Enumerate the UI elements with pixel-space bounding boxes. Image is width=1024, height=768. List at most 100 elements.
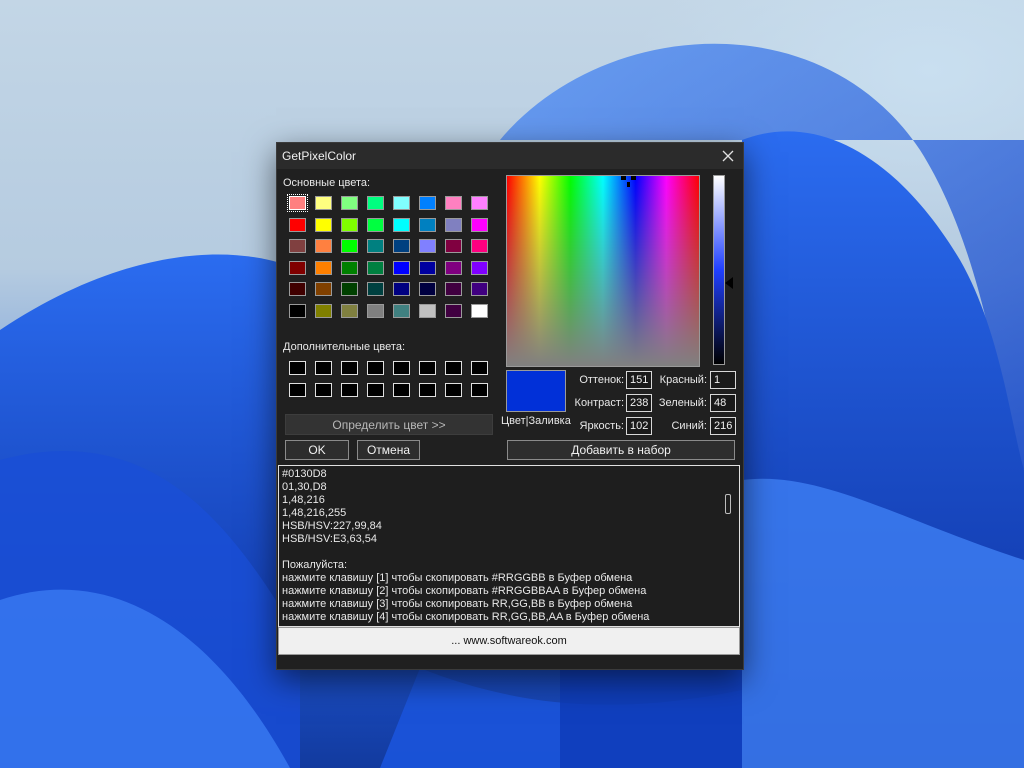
basic-color-swatch[interactable] — [445, 239, 462, 254]
output-line: HSB/HSV:227,99,84 — [282, 520, 382, 532]
custom-color-swatch[interactable] — [367, 361, 384, 375]
color-fill-label: Цвет|Заливка — [501, 415, 571, 427]
basic-color-swatch[interactable] — [419, 260, 436, 275]
basic-color-swatch[interactable] — [315, 196, 332, 210]
slider-arrow-icon[interactable] — [725, 277, 733, 289]
blue-label: Синий: — [671, 420, 707, 432]
basic-color-swatch[interactable] — [471, 260, 488, 275]
basic-color-swatch[interactable] — [445, 217, 462, 232]
basic-color-swatch[interactable] — [471, 282, 488, 297]
custom-color-swatch[interactable] — [315, 361, 332, 375]
custom-color-swatch[interactable] — [289, 383, 306, 397]
custom-color-swatch[interactable] — [471, 361, 488, 375]
basic-color-swatch[interactable] — [341, 239, 358, 254]
basic-color-swatch[interactable] — [341, 196, 358, 210]
basic-color-swatch[interactable] — [367, 260, 384, 275]
luminance-label: Яркость: — [579, 420, 624, 432]
ok-button[interactable]: OK — [285, 440, 349, 460]
output-line: 01,30,D8 — [282, 481, 327, 493]
output-line: нажмите клавишу [2] чтобы скопировать #R… — [282, 585, 647, 597]
cancel-button[interactable]: Отмена — [357, 440, 420, 460]
custom-color-swatch[interactable] — [289, 361, 306, 375]
basic-color-swatch[interactable] — [419, 304, 436, 318]
basic-color-swatch[interactable] — [315, 260, 332, 275]
blue-field[interactable]: 216 — [710, 417, 736, 435]
red-field[interactable]: 1 — [710, 371, 736, 389]
red-label: Красный: — [659, 374, 707, 386]
basic-color-swatch[interactable] — [393, 304, 410, 318]
basic-color-swatch[interactable] — [445, 260, 462, 275]
output-text-area[interactable]: #0130D8 01,30,D8 1,48,216 1,48,216,255 HSB/H… — [278, 465, 740, 627]
custom-color-swatch[interactable] — [419, 361, 436, 375]
basic-color-swatch[interactable] — [367, 239, 384, 254]
basic-color-swatch[interactable] — [315, 217, 332, 232]
basic-color-swatch[interactable] — [419, 217, 436, 232]
custom-color-swatch[interactable] — [393, 383, 410, 397]
basic-color-swatch[interactable] — [289, 304, 306, 318]
custom-color-swatch[interactable] — [341, 361, 358, 375]
basic-color-swatch[interactable] — [471, 196, 488, 210]
basic-color-swatch[interactable] — [341, 260, 358, 275]
scrollbar-thumb[interactable] — [725, 494, 731, 514]
output-line: 1,48,216 — [282, 494, 325, 506]
output-line: нажмите клавишу [1] чтобы скопировать #R… — [282, 572, 633, 584]
basic-color-swatch[interactable] — [367, 217, 384, 232]
basic-color-swatch[interactable] — [315, 282, 332, 297]
green-label: Зеленый: — [658, 397, 707, 409]
basic-color-swatch[interactable] — [341, 304, 358, 318]
luminance-slider[interactable] — [713, 175, 725, 365]
basic-color-swatch[interactable] — [341, 217, 358, 232]
color-preview — [506, 370, 566, 412]
green-field[interactable]: 48 — [710, 394, 736, 412]
basic-color-swatch[interactable] — [393, 217, 410, 232]
basic-color-swatch[interactable] — [289, 217, 306, 232]
crosshair-icon — [621, 176, 636, 187]
output-line: нажмите клавишу [3] чтобы скопировать RR… — [282, 598, 633, 610]
window-title: GetPixelColor — [282, 149, 357, 163]
basic-color-swatch[interactable] — [393, 196, 410, 210]
color-spectrum[interactable] — [506, 175, 700, 367]
basic-color-swatch[interactable] — [289, 282, 306, 297]
basic-color-swatch[interactable] — [393, 239, 410, 254]
basic-color-swatch[interactable] — [471, 217, 488, 232]
basic-color-swatch[interactable] — [393, 282, 410, 297]
basic-color-swatch[interactable] — [287, 194, 308, 212]
basic-color-swatch[interactable] — [315, 239, 332, 254]
custom-color-swatch[interactable] — [445, 383, 462, 397]
basic-color-swatch[interactable] — [445, 282, 462, 297]
basic-color-swatch[interactable] — [367, 196, 384, 210]
output-line: Пожалуйста: — [282, 559, 348, 571]
custom-color-swatch[interactable] — [341, 383, 358, 397]
basic-color-swatch[interactable] — [393, 260, 410, 275]
basic-color-swatch[interactable] — [471, 304, 488, 318]
basic-colors-label: Основные цвета: — [283, 177, 371, 189]
basic-color-swatch[interactable] — [445, 196, 462, 210]
custom-color-swatch[interactable] — [471, 383, 488, 397]
basic-color-swatch[interactable] — [445, 304, 462, 318]
output-lines: #0130D8 01,30,D8 1,48,216 1,48,216,255 HSB/H… — [282, 468, 739, 624]
output-line: нажмите клавишу [4] чтобы скопировать RR… — [282, 611, 650, 623]
basic-color-swatch[interactable] — [289, 239, 306, 254]
custom-color-swatch[interactable] — [367, 383, 384, 397]
custom-colors-label: Дополнительные цвета: — [283, 341, 405, 353]
title-bar[interactable]: GetPixelColor — [277, 143, 743, 169]
basic-color-swatch[interactable] — [367, 282, 384, 297]
define-color-button[interactable]: Определить цвет >> — [285, 414, 493, 435]
custom-color-swatch[interactable] — [419, 383, 436, 397]
basic-color-swatch[interactable] — [289, 260, 306, 275]
output-line: HSB/HSV:E3,63,54 — [282, 533, 377, 545]
custom-color-swatch[interactable] — [445, 361, 462, 375]
close-button[interactable] — [713, 143, 743, 169]
basic-color-swatch[interactable] — [471, 239, 488, 254]
basic-color-swatch[interactable] — [367, 304, 384, 318]
basic-color-swatch[interactable] — [419, 239, 436, 254]
custom-color-swatch[interactable] — [315, 383, 332, 397]
basic-color-swatch[interactable] — [419, 196, 436, 210]
custom-color-swatch[interactable] — [393, 361, 410, 375]
basic-color-swatch[interactable] — [419, 282, 436, 297]
add-to-custom-button[interactable]: Добавить в набор — [507, 440, 735, 460]
hue-label: Оттенок: — [579, 374, 624, 386]
website-link-button[interactable]: ... www.softwareok.com — [278, 627, 740, 655]
basic-color-swatch[interactable] — [341, 282, 358, 297]
basic-color-swatch[interactable] — [315, 304, 332, 318]
